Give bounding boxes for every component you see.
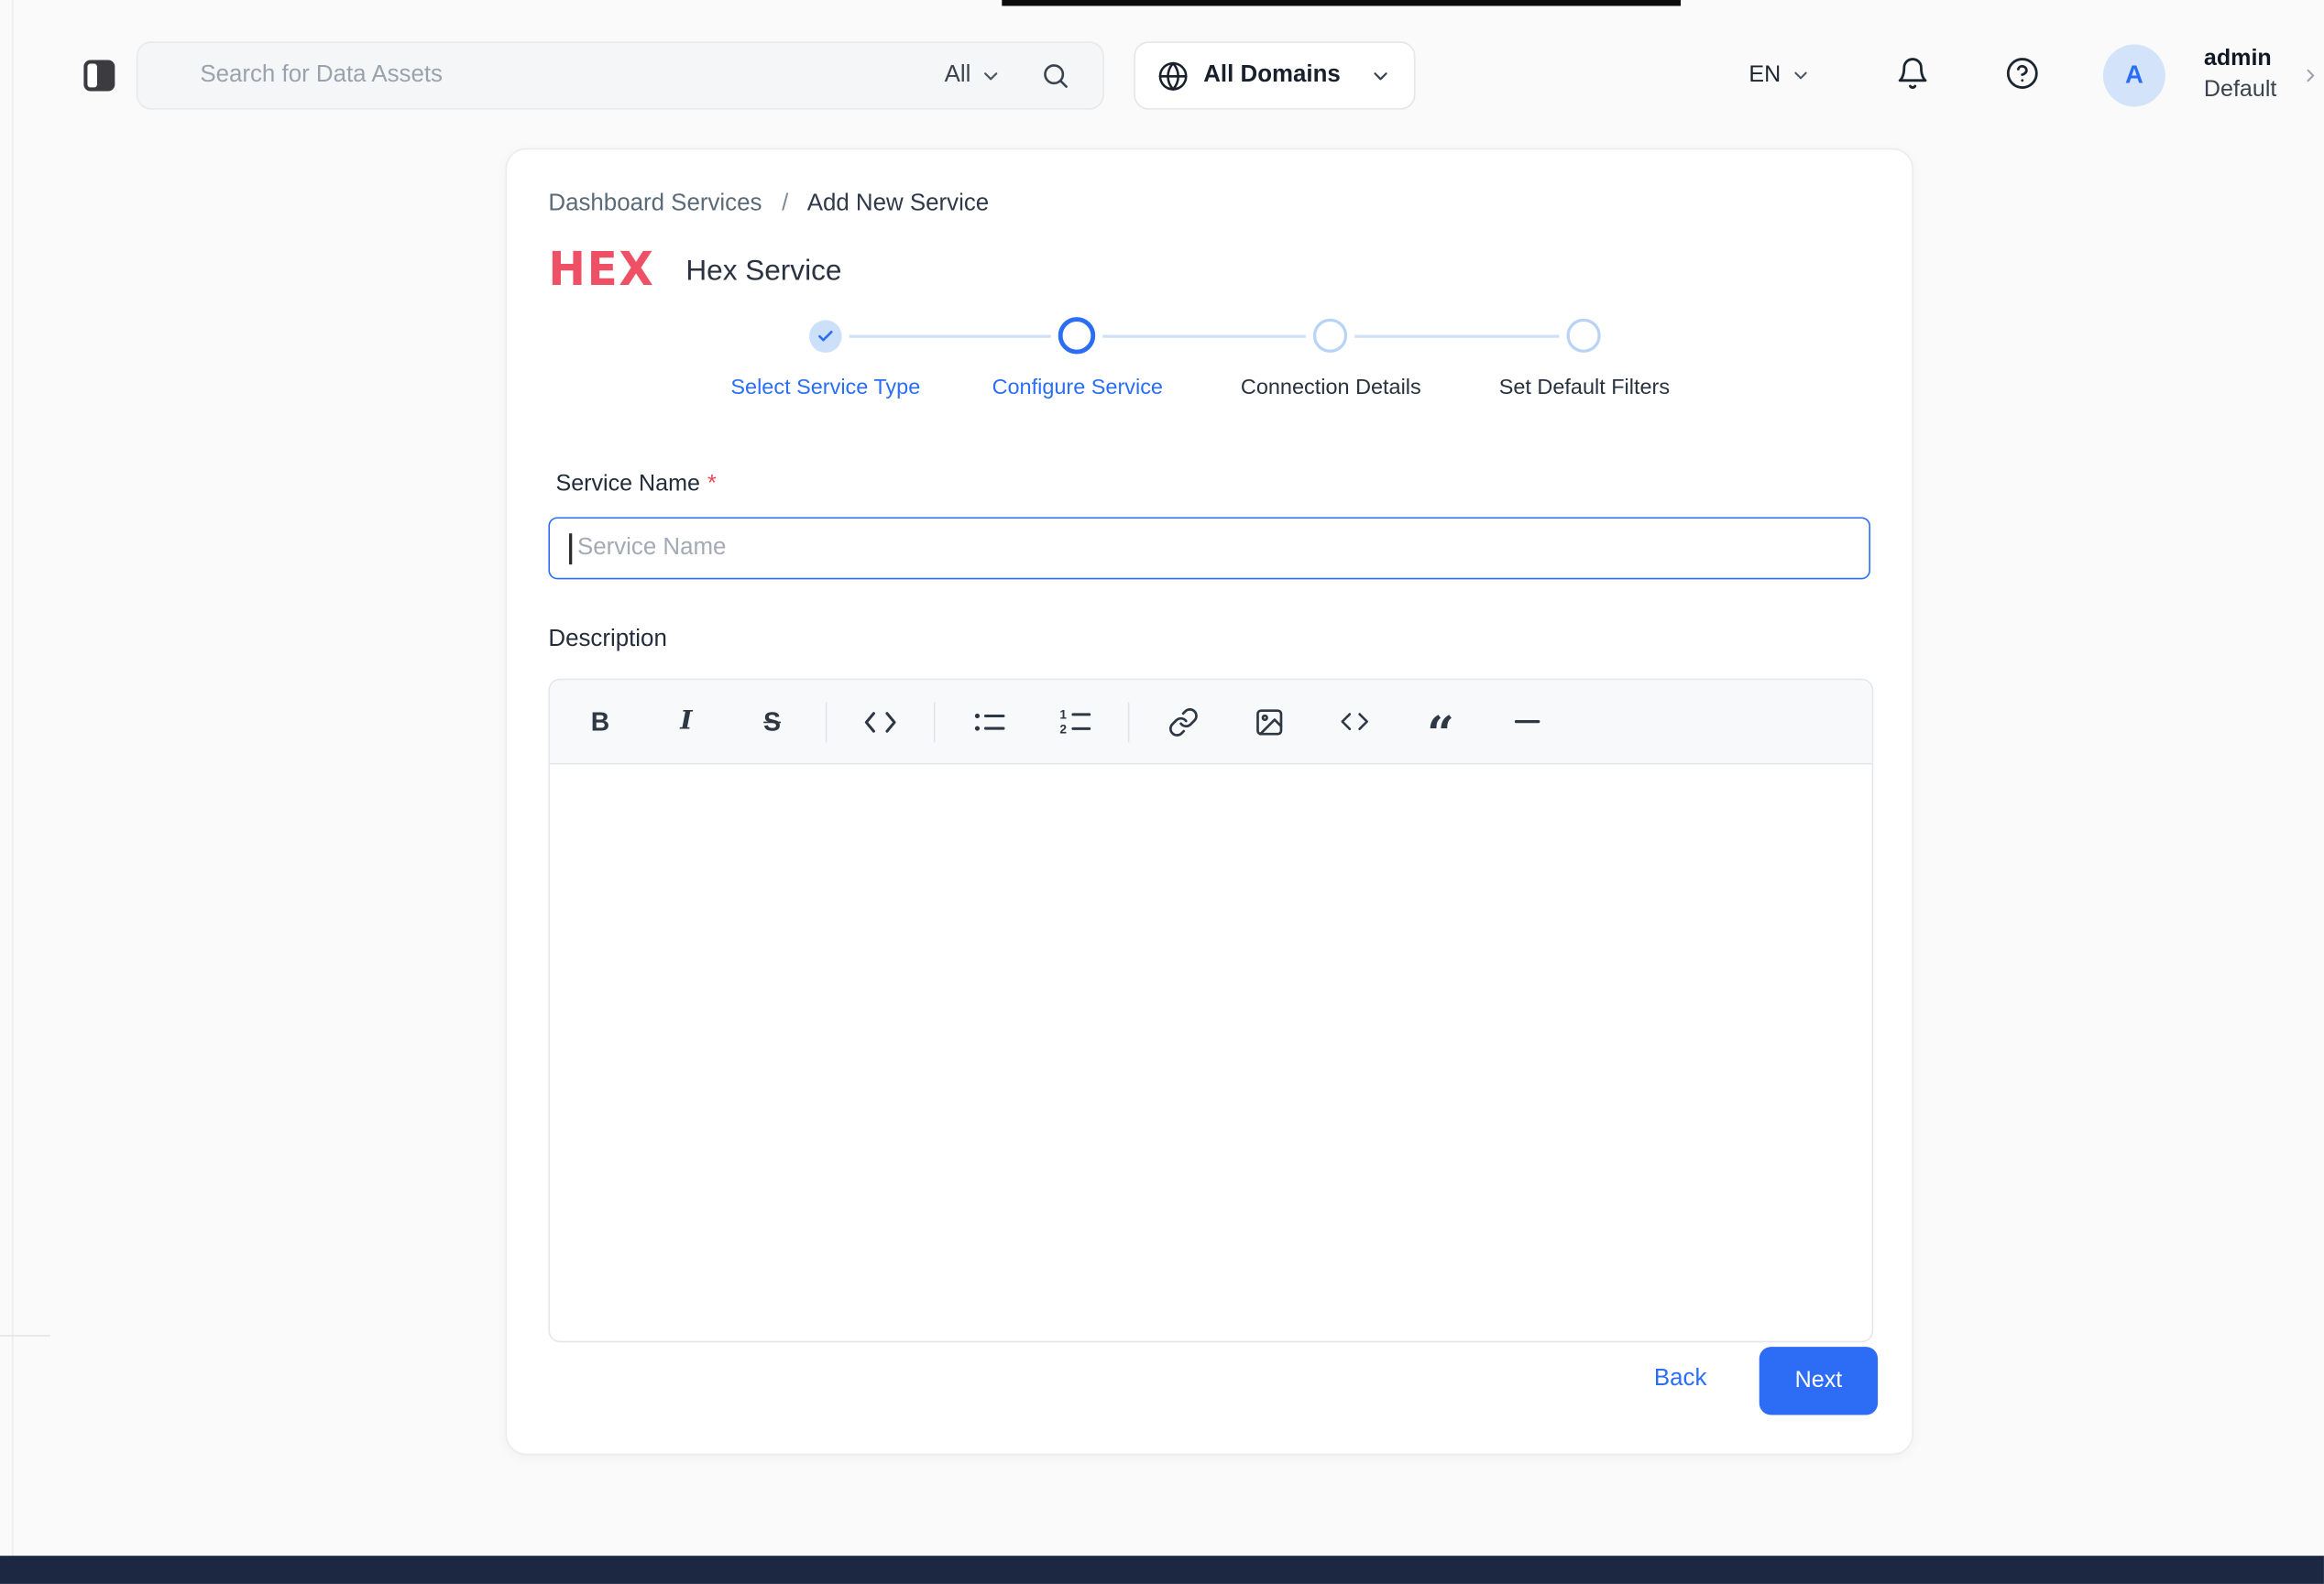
step-circle-configure-service[interactable] <box>1058 317 1095 354</box>
search-input[interactable] <box>137 43 944 108</box>
step-circle-set-default-filters[interactable] <box>1566 319 1600 353</box>
search-scope-dropdown[interactable]: All <box>945 62 1003 89</box>
user-name: admin <box>2204 43 2276 74</box>
chevron-down-icon <box>1369 64 1391 86</box>
description-editor-body[interactable] <box>550 765 1872 1341</box>
image-icon[interactable] <box>1236 694 1301 749</box>
strikethrough-icon[interactable]: S <box>740 694 805 749</box>
notifications-bell-icon[interactable] <box>1896 56 1930 90</box>
stepper-line <box>826 335 1584 338</box>
global-search-bar: All <box>137 41 1104 109</box>
step-label-set-default-filters[interactable]: Set Default Filters <box>1499 377 1670 400</box>
service-name-label: Service Name * <box>555 471 716 497</box>
sidebar-toggle-icon[interactable] <box>82 58 117 93</box>
top-bar: All All Domains EN <box>0 0 2324 148</box>
bottom-bar <box>0 1556 2324 1584</box>
check-icon <box>817 327 834 344</box>
globe-icon <box>1157 60 1189 92</box>
toolbar-divider <box>826 702 828 742</box>
domains-dropdown[interactable]: All Domains <box>1134 41 1415 109</box>
service-name-field <box>548 517 1870 579</box>
required-asterisk: * <box>707 471 717 496</box>
breadcrumb-current: Add New Service <box>807 191 989 216</box>
italic-icon[interactable]: I <box>653 694 718 749</box>
avatar-initial: A <box>2125 60 2143 90</box>
language-selector[interactable]: EN <box>1748 58 1810 93</box>
help-icon[interactable] <box>2005 56 2039 90</box>
svg-text:2: 2 <box>1059 723 1067 736</box>
sidebar-tick <box>0 1335 50 1337</box>
back-button[interactable]: Back <box>1654 1366 1707 1393</box>
user-team: Default <box>2204 74 2276 105</box>
step-circle-connection-details[interactable] <box>1313 319 1347 353</box>
chevron-down-icon <box>1790 65 1811 86</box>
hex-logo: HEX <box>548 244 654 300</box>
breadcrumb-dashboard-services[interactable]: Dashboard Services <box>548 191 762 216</box>
editor-toolbar: B I S 12 <box>550 680 1872 764</box>
breadcrumb-separator: / <box>782 191 788 216</box>
step-label-select-service-type[interactable]: Select Service Type <box>730 377 920 400</box>
chevron-right-icon[interactable] <box>2300 65 2321 86</box>
chevron-down-icon <box>980 64 1002 86</box>
link-icon[interactable] <box>1150 694 1215 749</box>
toolbar-divider <box>934 702 936 742</box>
description-label: Description <box>548 627 666 653</box>
numbered-list-icon[interactable]: 12 <box>1042 694 1107 749</box>
sidebar-edge <box>12 0 14 1556</box>
description-editor: B I S 12 <box>548 679 1873 1343</box>
service-name-input[interactable] <box>575 517 1869 579</box>
app-window: All All Domains EN <box>0 0 2324 1584</box>
language-label: EN <box>1748 62 1781 89</box>
search-scope-label: All <box>945 62 971 89</box>
bold-icon[interactable]: B <box>567 694 632 749</box>
blockquote-icon[interactable]: “ <box>1408 682 1473 761</box>
user-avatar[interactable]: A <box>2103 45 2165 107</box>
step-label-connection-details[interactable]: Connection Details <box>1241 377 1421 400</box>
user-menu[interactable]: admin Default <box>2204 43 2276 105</box>
step-circle-select-service-type[interactable] <box>809 320 842 353</box>
step-label-configure-service[interactable]: Configure Service <box>992 377 1163 400</box>
code-block-icon[interactable] <box>1322 694 1387 749</box>
svg-text:1: 1 <box>1059 708 1067 721</box>
search-icon[interactable] <box>1040 60 1069 90</box>
inline-code-icon[interactable] <box>848 694 913 749</box>
text-caret <box>569 532 571 563</box>
service-header: HEX Hex Service <box>548 242 841 301</box>
next-button[interactable]: Next <box>1759 1347 1878 1415</box>
bulleted-list-icon[interactable] <box>956 694 1021 749</box>
service-name-label-text: Service Name <box>555 471 699 496</box>
add-service-card: Dashboard Services / Add New Service HEX… <box>505 148 1913 1455</box>
domains-label: All Domains <box>1203 62 1354 89</box>
breadcrumb: Dashboard Services / Add New Service <box>548 191 989 218</box>
horizontal-rule-mark <box>1514 720 1539 723</box>
horizontal-rule-icon[interactable] <box>1494 694 1559 749</box>
page-title: Hex Service <box>685 254 841 288</box>
toolbar-divider <box>1128 702 1130 742</box>
